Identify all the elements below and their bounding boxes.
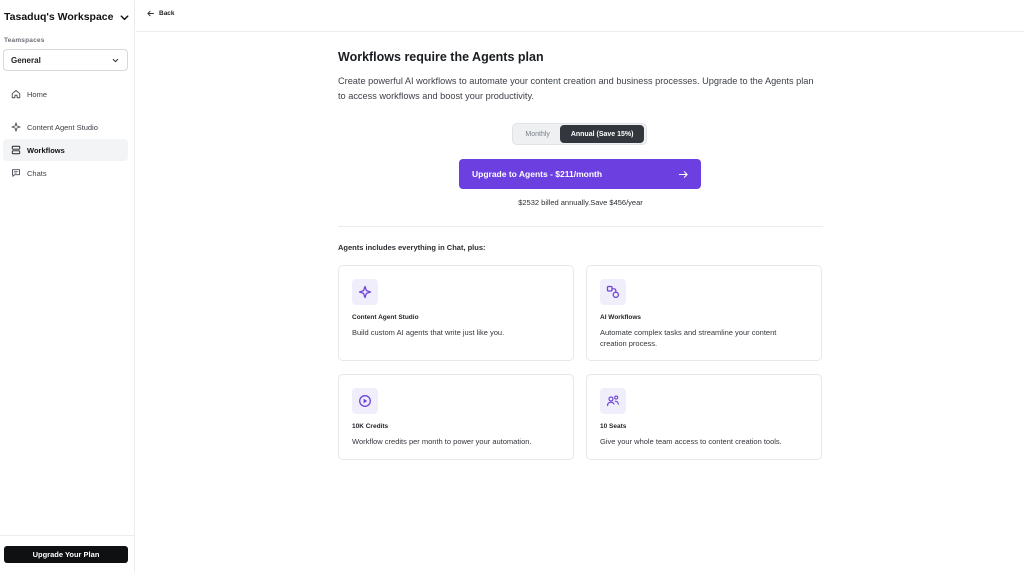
sidebar-item-chats[interactable]: Chats [3,162,128,184]
sidebar-item-workflows[interactable]: Workflows [3,139,128,161]
feature-card-10k-credits: 10K Credits Workflow credits per month t… [338,374,574,460]
sparkle-icon [10,122,21,133]
sidebar-item-label: Home [27,89,48,99]
content-divider [338,226,823,227]
workspace-title: Tasaduq's Workspace [4,11,114,23]
teamspace-selected-value: General [11,55,41,65]
workflow-nodes-icon [600,279,626,305]
feature-title: AI Workflows [600,314,642,321]
teamspace-select[interactable]: General [3,49,128,71]
feature-description: Build custom AI agents that write just l… [352,328,505,337]
back-button[interactable]: Back [146,9,175,18]
upgrade-your-plan-button[interactable]: Upgrade Your Plan [4,546,128,563]
sidebar-divider [0,535,135,536]
sidebar: Tasaduq's Workspace Teamspaces General H… [0,0,135,572]
team-icon [600,388,626,414]
upgrade-to-agents-button[interactable]: Upgrade to Agents - $211/month [459,159,701,189]
billing-note: $2532 billed annually.Save $456/year [518,198,643,207]
page-description: Create powerful AI workflows to automate… [338,76,814,101]
arrow-right-icon [678,170,688,178]
sidebar-item-label: Chats [27,168,47,178]
upgrade-to-agents-label: Upgrade to Agents - $211/month [472,169,603,179]
toggle-annual[interactable]: Annual (Save 15%) [560,125,644,143]
feature-card-10-seats: 10 Seats Give your whole team access to … [586,374,822,460]
sidebar-item-content-agent-studio[interactable]: Content Agent Studio [3,116,128,138]
sidebar-item-label: Workflows [27,145,65,155]
feature-description: Workflow credits per month to power your… [352,437,532,446]
page-title: Workflows require the Agents plan [338,50,544,64]
feature-description: Give your whole team access to content c… [600,437,782,446]
sidebar-item-home[interactable]: Home [3,83,128,105]
feature-title: Content Agent Studio [352,314,419,321]
features-heading: Agents includes everything in Chat, plus… [338,243,486,252]
feature-description: Automate complex tasks and streamline yo… [600,328,777,348]
workflow-icon [10,145,21,156]
feature-card-ai-workflows: AI Workflows Automate complex tasks and … [586,265,822,361]
chat-icon [10,168,21,179]
toggle-monthly[interactable]: Monthly [515,125,560,143]
sidebar-item-label: Content Agent Studio [27,122,98,132]
feature-title: 10K Credits [352,423,389,430]
arrow-left-icon [147,10,154,17]
chevron-down-icon [120,14,129,20]
topbar: Back [136,0,1024,32]
teamspaces-label: Teamspaces [4,37,45,44]
feature-title: 10 Seats [600,423,627,430]
feature-card-content-agent-studio: Content Agent Studio Build custom AI age… [338,265,574,361]
billing-period-toggle: Monthly Annual (Save 15%) [512,123,647,145]
chevron-down-icon [112,58,119,62]
sparkle-icon [352,279,378,305]
back-label: Back [159,10,175,17]
workspace-switcher[interactable]: Tasaduq's Workspace [4,9,130,25]
credits-icon [352,388,378,414]
home-icon [10,89,21,100]
